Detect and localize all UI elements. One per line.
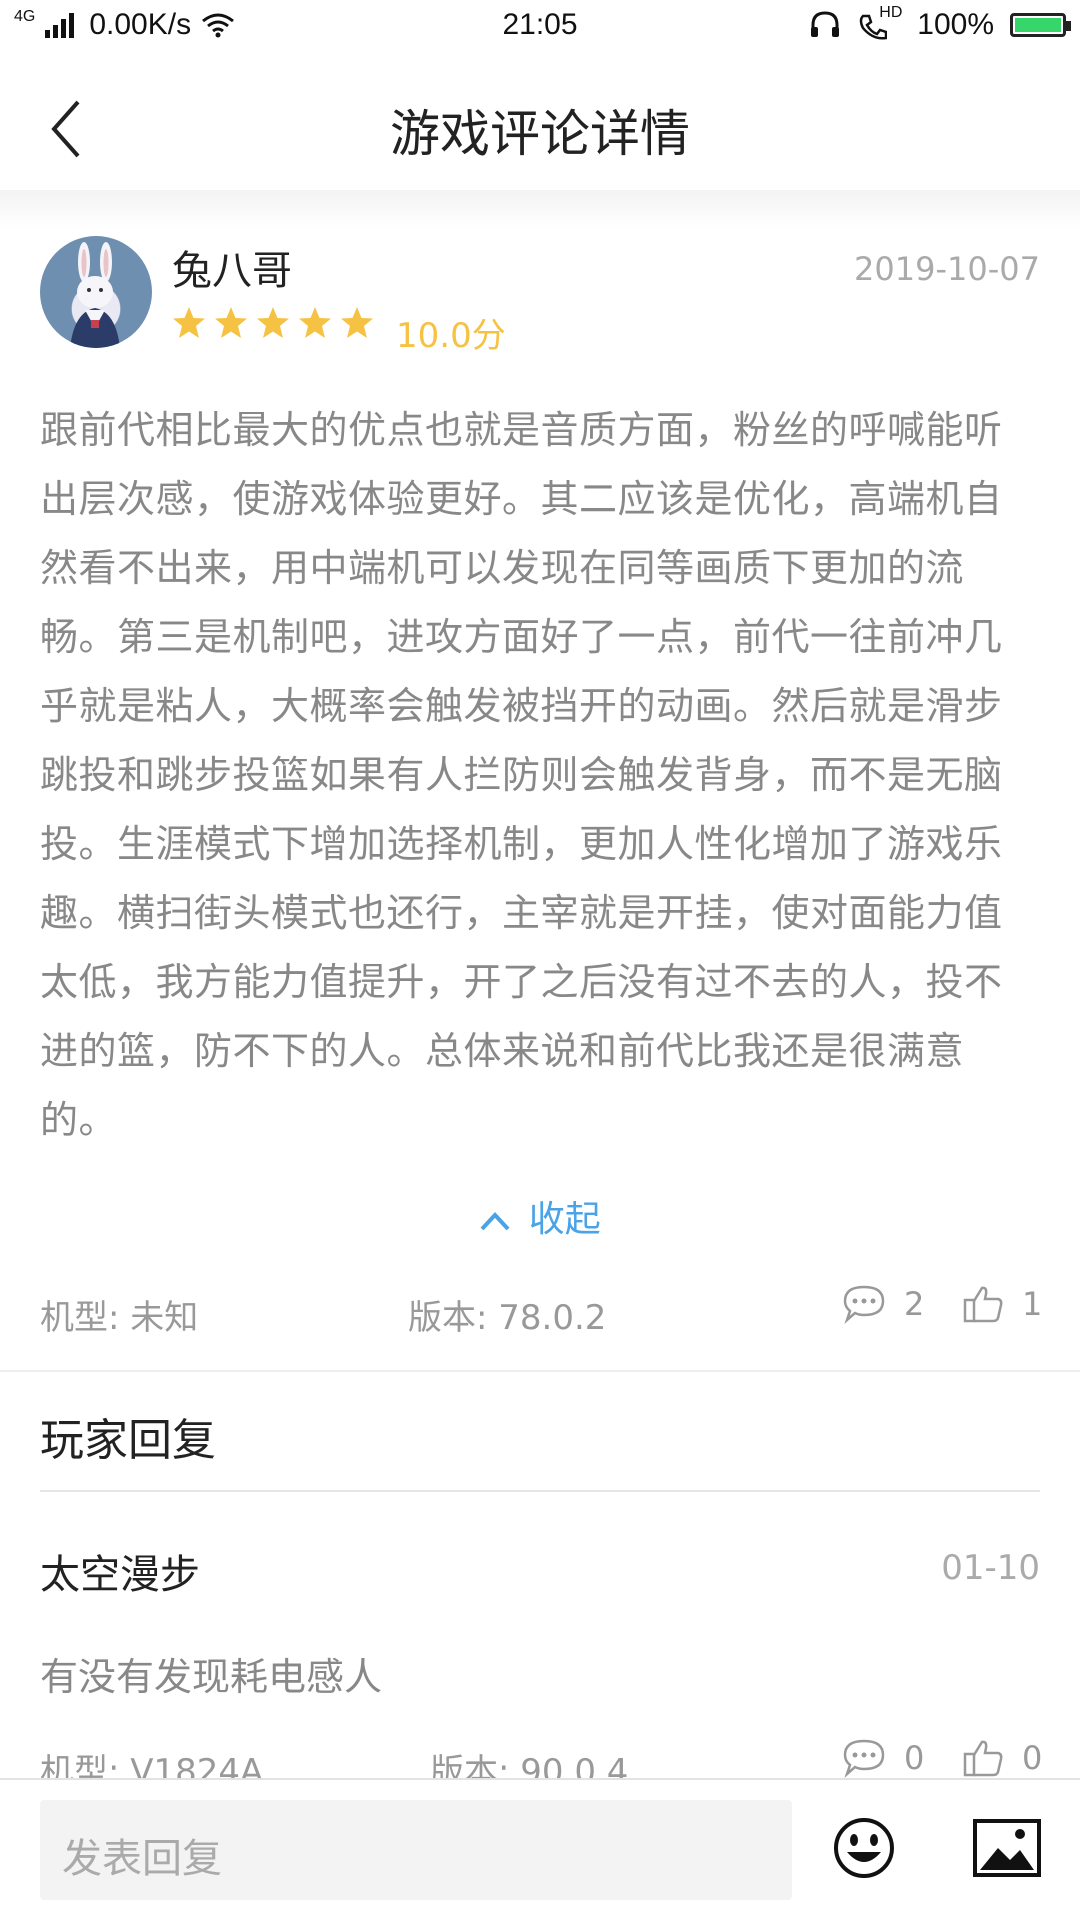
reply-like-count: 0 xyxy=(1022,1739,1043,1777)
comment-icon xyxy=(843,1739,885,1778)
page-title: 游戏评论详情 xyxy=(390,105,690,163)
section-divider xyxy=(0,1370,1080,1372)
thumbs-up-icon xyxy=(963,1286,1003,1323)
reply-text: 有没有发现耗电感人 xyxy=(40,1655,383,1699)
image-icon xyxy=(973,1819,1041,1877)
star-icon xyxy=(299,307,331,338)
reply-like-button[interactable]: 0 xyxy=(962,1738,1042,1778)
reply-comment-button[interactable]: 0 xyxy=(842,1738,924,1778)
review-score: 10.0分 xyxy=(396,316,506,356)
emoji-icon xyxy=(834,1818,894,1878)
collapse-label: 收起 xyxy=(528,1199,601,1240)
review-device: 机型: 未知 xyxy=(40,1298,199,1338)
comment-icon xyxy=(843,1285,885,1324)
review-date: 2019-10-07 xyxy=(854,250,1040,288)
star-icon xyxy=(173,307,205,338)
review-version: 版本: 78.0.2 xyxy=(408,1298,607,1338)
thumbs-up-icon xyxy=(963,1740,1003,1777)
chevron-up-icon xyxy=(480,1212,510,1231)
nav-bar: 游戏评论详情 xyxy=(0,56,1080,196)
reply-username[interactable]: 太空漫步 xyxy=(40,1542,200,1600)
hd-label: HD xyxy=(879,4,903,21)
star-icon xyxy=(257,307,289,338)
avatar[interactable] xyxy=(40,236,152,348)
headset-icon xyxy=(811,11,840,37)
hd-call-icon: HD xyxy=(857,4,902,40)
star-icon xyxy=(341,307,373,338)
image-button[interactable] xyxy=(972,1818,1042,1878)
reply-comment-count: 0 xyxy=(904,1739,925,1777)
emoji-button[interactable] xyxy=(832,1816,896,1880)
star-icon xyxy=(215,307,247,338)
review-comment-count: 2 xyxy=(904,1285,925,1323)
header-shadow xyxy=(0,190,1080,230)
review-like-button[interactable]: 1 xyxy=(962,1284,1042,1324)
status-bar: 4G 0.00K/s 21:05 HD 100% xyxy=(0,0,1080,56)
replies-divider xyxy=(40,1490,1040,1492)
battery-icon xyxy=(1010,13,1071,37)
review-comment-button[interactable]: 2 xyxy=(842,1284,924,1324)
replies-title: 玩家回复 xyxy=(40,1415,216,1466)
collapse-button[interactable]: 收起 xyxy=(0,1190,1080,1242)
bottom-input-bar: 发表回复 xyxy=(0,1778,1080,1922)
review-text: 跟前代相比最大的优点也就是音质方面，粉丝的呼喊能听出层次感，使游戏体验更好。其二… xyxy=(40,408,1003,1142)
rating-stars xyxy=(172,306,374,340)
battery-percent: 100% xyxy=(917,8,994,41)
reply-input[interactable]: 发表回复 xyxy=(40,1800,792,1900)
status-right: HD 100% xyxy=(809,4,1071,42)
review-username[interactable]: 兔八哥 xyxy=(172,238,292,296)
review-like-count: 1 xyxy=(1022,1285,1043,1323)
reply-date: 01-10 xyxy=(941,1548,1040,1588)
avatar-rabbit-icon xyxy=(70,242,120,348)
reply-input-placeholder: 发表回复 xyxy=(62,1836,222,1882)
